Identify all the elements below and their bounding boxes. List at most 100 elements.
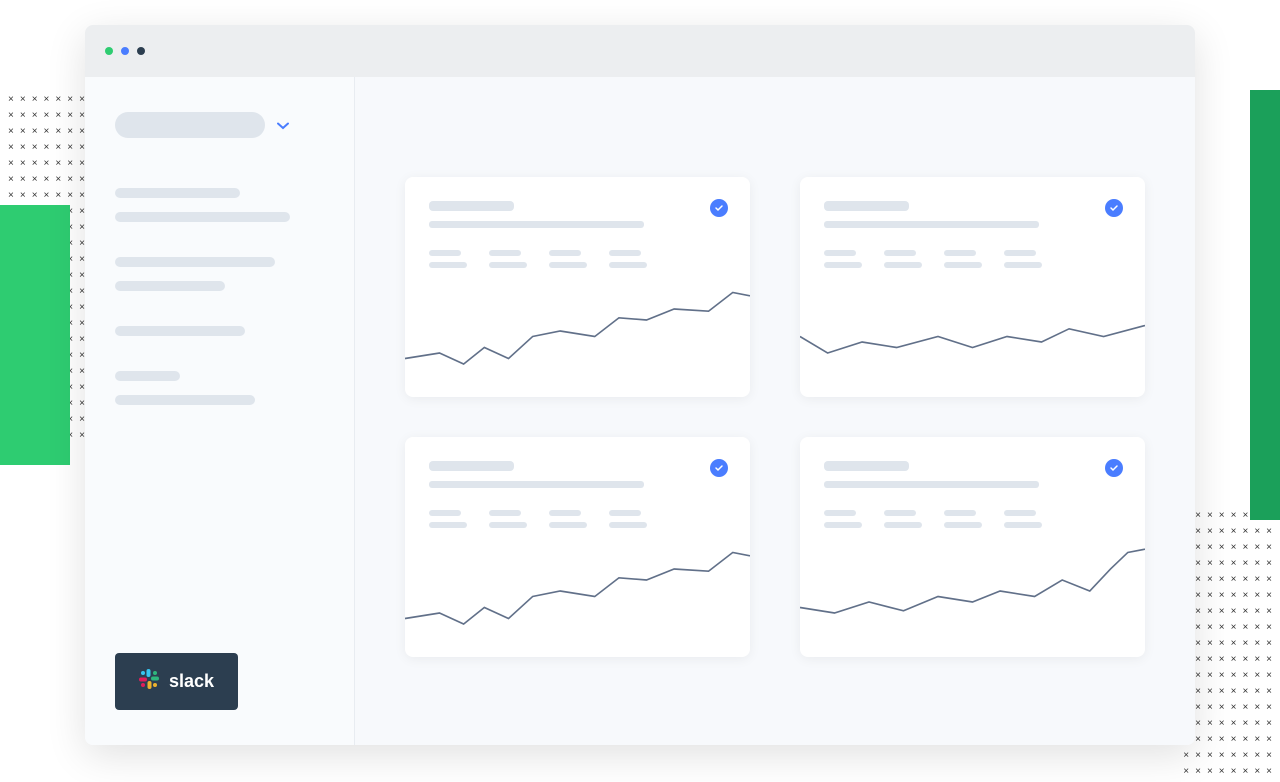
- card-stats: [824, 510, 1121, 528]
- stat-value-placeholder: [884, 262, 922, 268]
- stat-value-placeholder: [489, 262, 527, 268]
- card-stats: [824, 250, 1121, 268]
- stat-item: [549, 510, 587, 528]
- stat-item: [489, 250, 527, 268]
- metric-card[interactable]: [800, 177, 1145, 397]
- nav-group: [115, 188, 324, 222]
- card-title-placeholder: [824, 201, 909, 211]
- sidebar: slack: [85, 77, 355, 745]
- card-subtitle-placeholder: [824, 481, 1039, 488]
- stat-label-placeholder: [1004, 250, 1036, 256]
- slack-icon: [139, 669, 159, 694]
- stat-value-placeholder: [609, 262, 647, 268]
- traffic-light-maximize-icon[interactable]: [137, 47, 145, 55]
- stat-value-placeholder: [1004, 522, 1042, 528]
- slack-integration-button[interactable]: slack: [115, 653, 238, 710]
- card-sparkline: [405, 547, 750, 657]
- card-sparkline: [800, 547, 1145, 657]
- card-header: [405, 461, 750, 528]
- sidebar-item[interactable]: [115, 395, 255, 405]
- card-sparkline: [405, 287, 750, 397]
- decoration-green-stripe: [1250, 90, 1280, 520]
- card-stats: [429, 510, 726, 528]
- stat-value-placeholder: [489, 522, 527, 528]
- card-title-placeholder: [429, 201, 514, 211]
- card-header: [800, 201, 1145, 268]
- card-title-placeholder: [429, 461, 514, 471]
- stat-value-placeholder: [549, 522, 587, 528]
- decoration-pattern-x-bottomright: ××××××××××××××××××××××××××××××××××××××××…: [1183, 511, 1272, 777]
- stat-label-placeholder: [489, 510, 521, 516]
- stat-label-placeholder: [429, 510, 461, 516]
- card-subtitle-placeholder: [429, 481, 644, 488]
- decoration-green-block: [0, 205, 70, 465]
- stat-value-placeholder: [609, 522, 647, 528]
- sidebar-item[interactable]: [115, 257, 275, 267]
- stat-item: [1004, 510, 1042, 528]
- stat-item: [1004, 250, 1042, 268]
- stat-value-placeholder: [429, 262, 467, 268]
- stat-item: [944, 510, 982, 528]
- stat-label-placeholder: [824, 510, 856, 516]
- stat-item: [884, 250, 922, 268]
- metric-card[interactable]: [405, 437, 750, 657]
- stat-value-placeholder: [944, 522, 982, 528]
- card-grid: [405, 177, 1145, 657]
- window-titlebar: [85, 25, 1195, 77]
- traffic-light-close-icon[interactable]: [105, 47, 113, 55]
- stat-value-placeholder: [824, 262, 862, 268]
- sidebar-item[interactable]: [115, 371, 180, 381]
- stat-label-placeholder: [429, 250, 461, 256]
- chevron-down-icon: [277, 117, 289, 133]
- stat-value-placeholder: [824, 522, 862, 528]
- slack-button-label: slack: [169, 671, 214, 692]
- metric-card[interactable]: [405, 177, 750, 397]
- traffic-light-minimize-icon[interactable]: [121, 47, 129, 55]
- stat-item: [609, 250, 647, 268]
- stat-label-placeholder: [489, 250, 521, 256]
- app-content: slack: [85, 77, 1195, 745]
- stat-value-placeholder: [1004, 262, 1042, 268]
- stat-item: [429, 510, 467, 528]
- sidebar-item[interactable]: [115, 326, 245, 336]
- stat-label-placeholder: [884, 510, 916, 516]
- stat-value-placeholder: [549, 262, 587, 268]
- check-badge-icon: [710, 199, 728, 217]
- sidebar-item[interactable]: [115, 281, 225, 291]
- check-badge-icon: [710, 459, 728, 477]
- nav-group: [115, 326, 324, 336]
- card-header: [800, 461, 1145, 528]
- stat-label-placeholder: [549, 250, 581, 256]
- card-subtitle-placeholder: [824, 221, 1039, 228]
- stat-label-placeholder: [944, 510, 976, 516]
- check-badge-icon: [1105, 459, 1123, 477]
- card-header: [405, 201, 750, 268]
- stat-item: [884, 510, 922, 528]
- stat-value-placeholder: [884, 522, 922, 528]
- stat-item: [824, 250, 862, 268]
- stat-label-placeholder: [609, 510, 641, 516]
- sidebar-selector[interactable]: [115, 112, 324, 138]
- stat-item: [549, 250, 587, 268]
- stat-label-placeholder: [1004, 510, 1036, 516]
- stat-item: [824, 510, 862, 528]
- stat-item: [489, 510, 527, 528]
- nav-group: [115, 371, 324, 405]
- metric-card[interactable]: [800, 437, 1145, 657]
- stat-value-placeholder: [944, 262, 982, 268]
- card-stats: [429, 250, 726, 268]
- stat-label-placeholder: [944, 250, 976, 256]
- stat-label-placeholder: [609, 250, 641, 256]
- stat-label-placeholder: [884, 250, 916, 256]
- card-sparkline: [800, 287, 1145, 397]
- stat-item: [609, 510, 647, 528]
- sidebar-item[interactable]: [115, 188, 240, 198]
- selector-label-placeholder: [115, 112, 265, 138]
- main-content: [355, 77, 1195, 745]
- stat-item: [944, 250, 982, 268]
- stat-value-placeholder: [429, 522, 467, 528]
- card-title-placeholder: [824, 461, 909, 471]
- card-subtitle-placeholder: [429, 221, 644, 228]
- sidebar-item[interactable]: [115, 212, 290, 222]
- stat-label-placeholder: [824, 250, 856, 256]
